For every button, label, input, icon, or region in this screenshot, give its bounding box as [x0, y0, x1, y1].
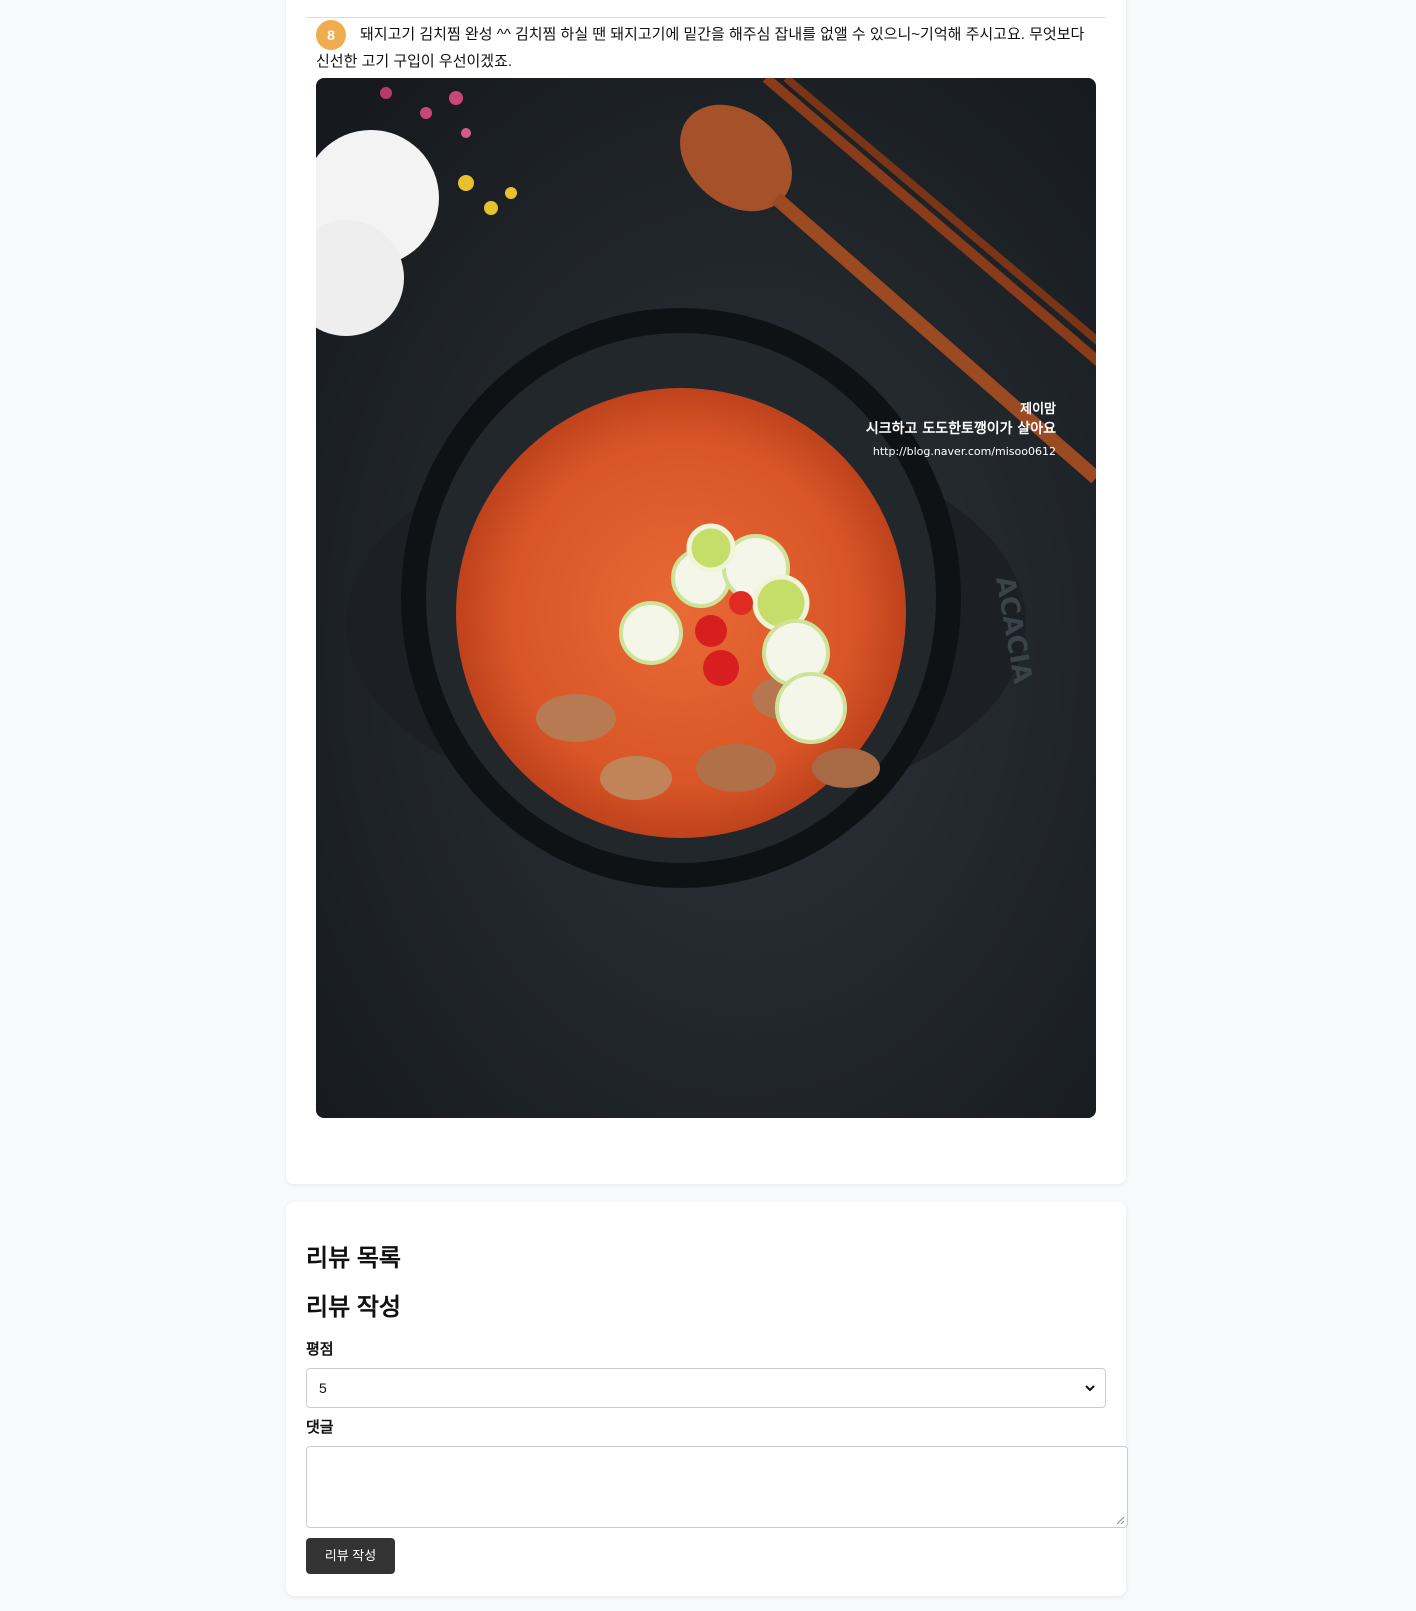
- chevron-down-icon: [1085, 1385, 1095, 1392]
- watermark-line3: http://blog.naver.com/misoo0612: [873, 445, 1056, 458]
- step-number-badge: 8: [316, 20, 346, 50]
- submit-review-button[interactable]: 리뷰 작성: [306, 1538, 395, 1574]
- resize-handle-icon[interactable]: [1115, 1515, 1125, 1525]
- comment-label: 댓글: [306, 1419, 334, 1436]
- rating-select[interactable]: 5: [306, 1368, 1106, 1408]
- divider: [306, 17, 1106, 18]
- watermark-line1: 제이맘: [1020, 401, 1056, 417]
- review-list-heading: 리뷰 목록: [306, 1245, 401, 1272]
- step-photo: 제이맘 시크하고 도도한토깽이가 살아요 http://blog.naver.c…: [316, 78, 1096, 1118]
- recipe-step: 8 돼지고기 김치찜 완성 ^^ 김치찜 하실 땐 돼지고기에 밑간을 해주심 잡…: [316, 20, 1096, 73]
- review-write-heading: 리뷰 작성: [306, 1294, 401, 1321]
- rating-label: 평점: [306, 1341, 334, 1358]
- comment-textarea[interactable]: [306, 1446, 1128, 1528]
- rating-select-value: 5: [319, 1380, 327, 1396]
- watermark-line2: 시크하고 도도한토깽이가 살아요: [866, 420, 1056, 437]
- step-description: 돼지고기 김치찜 완성 ^^ 김치찜 하실 땐 돼지고기에 밑간을 해주심 잡내…: [316, 25, 1085, 70]
- recipe-step-card: 8 돼지고기 김치찜 완성 ^^ 김치찜 하실 땐 돼지고기에 밑간을 해주심 잡…: [286, 0, 1126, 1184]
- review-card: 리뷰 목록 리뷰 작성 평점 5 댓글 리뷰 작성: [286, 1202, 1128, 1596]
